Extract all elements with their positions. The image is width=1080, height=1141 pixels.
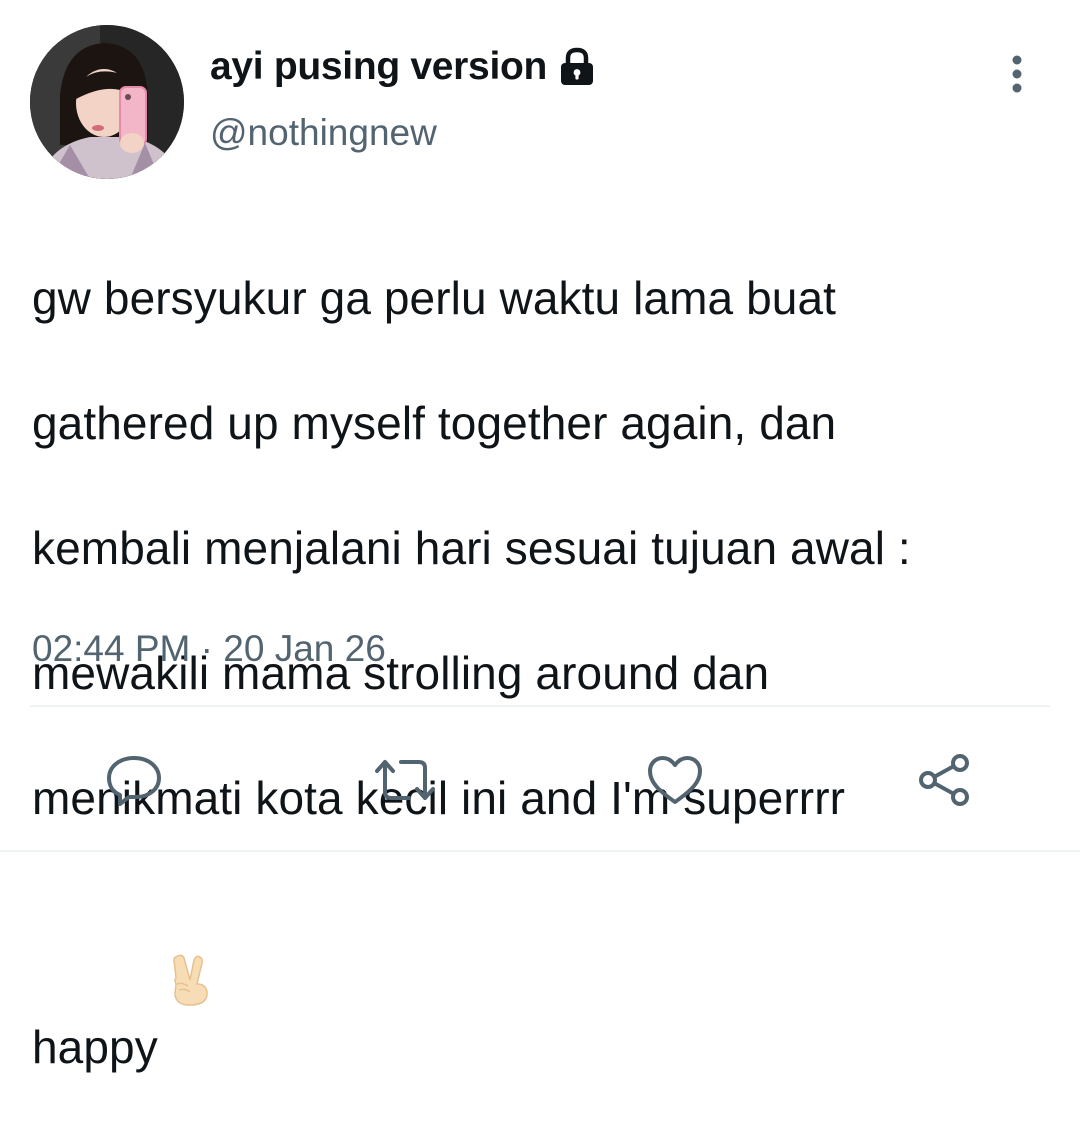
retweet-icon (373, 754, 437, 806)
share-icon (916, 751, 974, 809)
reply-button[interactable] (104, 750, 164, 810)
share-button[interactable] (915, 750, 975, 810)
user-handle[interactable]: @nothingnew (210, 108, 437, 158)
divider (30, 705, 1050, 707)
time-separator: · (200, 628, 213, 669)
like-button[interactable] (645, 750, 705, 810)
retweet-button[interactable] (375, 750, 435, 810)
tweet-line: gw bersyukur ga perlu waktu lama buat (32, 271, 837, 324)
tweet-date: 20 Jan 26 (223, 628, 386, 669)
tweet-time: 02:44 PM (32, 628, 191, 669)
tweet-line-last: happy ✌🏻 (32, 892, 1062, 1079)
tweet-line: gathered up myself together again, dan (32, 396, 837, 449)
display-name[interactable]: ayi pusing version (210, 42, 547, 92)
more-vertical-icon[interactable] (1000, 52, 1034, 96)
avatar[interactable] (30, 25, 184, 179)
tweet-line: happy (32, 1020, 158, 1073)
divider (0, 850, 1080, 852)
comment-icon (105, 753, 163, 807)
heart-icon (646, 754, 704, 806)
lock-icon (557, 46, 597, 88)
tweet-line: menikmati kota kecil ini and I'm superrr… (32, 771, 846, 824)
victory-hand-emoji: ✌🏻 (168, 892, 214, 1006)
display-name-row[interactable]: ayi pusing version (210, 42, 597, 92)
tweet-line: kembali menjalani hari sesuai tujuan awa… (32, 521, 911, 574)
timestamp[interactable]: 02:44 PM · 20 Jan 26 (32, 624, 386, 674)
